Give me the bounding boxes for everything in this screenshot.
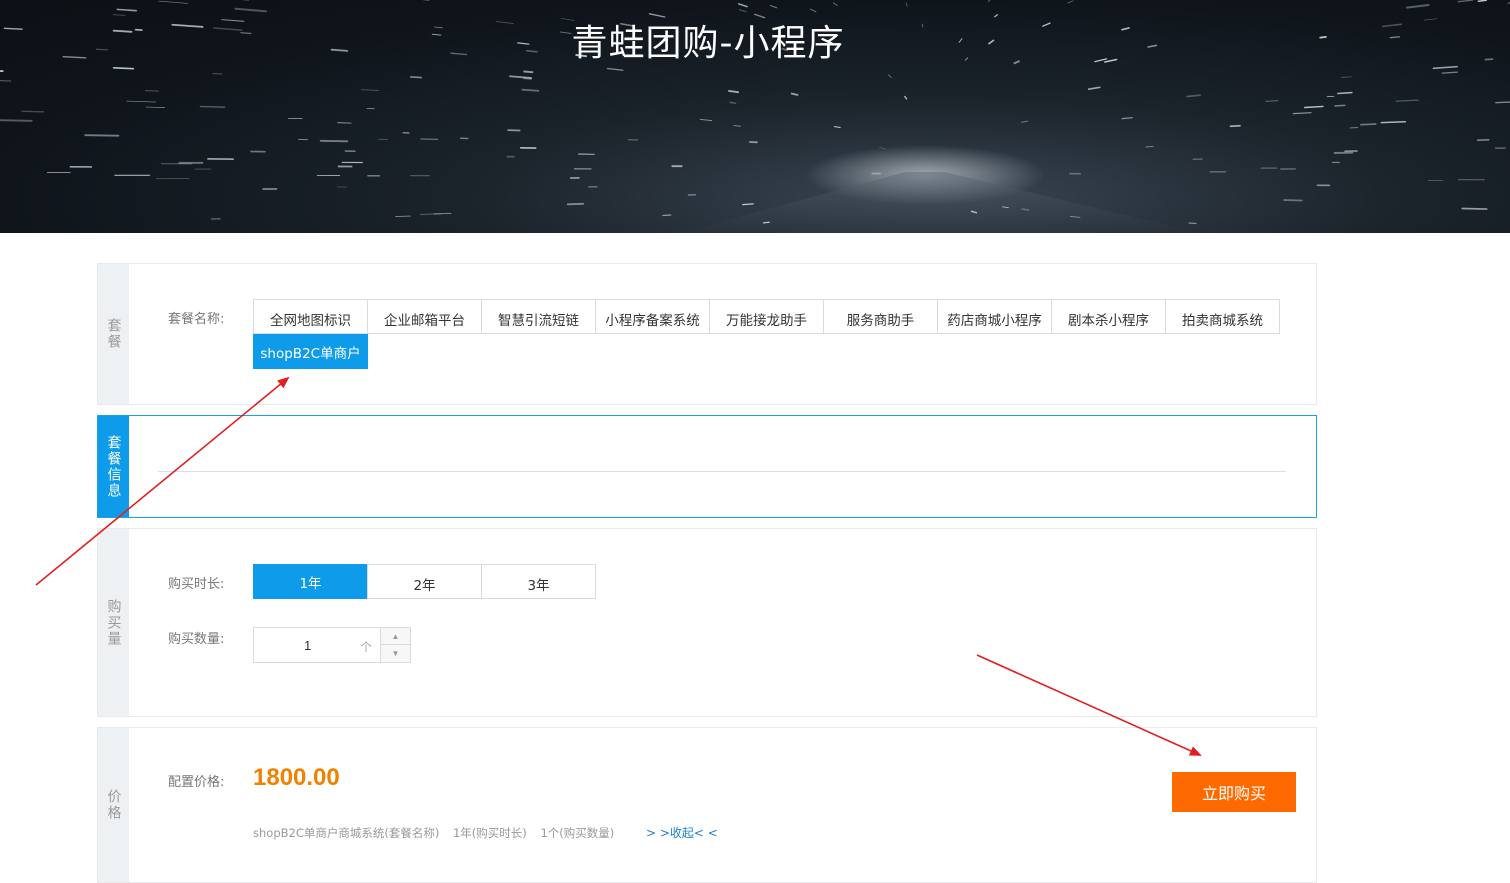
- package-info-panel: 套餐信息: [97, 415, 1317, 518]
- duration-option[interactable]: 3年: [481, 564, 596, 599]
- price-side-tab: 价格: [98, 728, 129, 882]
- quantity-value[interactable]: 1: [304, 638, 311, 653]
- duration-label: 购买时长:: [168, 577, 225, 592]
- package-option[interactable]: 企业邮箱平台: [367, 299, 482, 334]
- package-option[interactable]: 药店商城小程序: [937, 299, 1052, 334]
- package-option[interactable]: 服务商助手: [823, 299, 938, 334]
- decrement-icon[interactable]: ▼: [381, 645, 410, 662]
- quantity-label: 购买数量:: [168, 632, 225, 647]
- package-option[interactable]: 剧本杀小程序: [1051, 299, 1166, 334]
- package-option[interactable]: 全网地图标识: [253, 299, 368, 334]
- price-value: 1800.00: [253, 764, 340, 791]
- package-option[interactable]: 拍卖商城系统: [1165, 299, 1280, 334]
- buy-now-button[interactable]: 立即购买: [1172, 772, 1296, 812]
- package-name-label: 套餐名称:: [168, 312, 225, 327]
- banner: 青蛙团购-小程序: [0, 0, 1510, 233]
- duration-option[interactable]: 1年: [253, 564, 368, 599]
- package-option[interactable]: shopB2C单商户: [253, 334, 368, 369]
- quantity-unit: 个: [360, 640, 373, 654]
- price-label: 配置价格:: [168, 775, 225, 790]
- page-title: 青蛙团购-小程序: [571, 23, 845, 64]
- package-option[interactable]: 小程序备案系统: [595, 299, 710, 334]
- quantity-side-tab: 购买量: [98, 529, 129, 716]
- increment-icon[interactable]: ▲: [381, 628, 410, 645]
- collapse-link[interactable]: > >收起< <: [646, 824, 718, 841]
- package-info-side-tab: 套餐信息: [98, 416, 129, 517]
- duration-option[interactable]: 2年: [367, 564, 482, 599]
- stepper-buttons: ▲ ▼: [380, 628, 410, 662]
- package-option[interactable]: 万能接龙助手: [709, 299, 824, 334]
- info-divider: [158, 471, 1286, 472]
- order-summary: shopB2C单商户商城系统(套餐名称) 1年(购买时长) 1个(购买数量): [253, 825, 622, 841]
- package-panel: 套餐 套餐名称: 全网地图标识 企业邮箱平台 智慧引流短链 小程序备案系统 万能接龙助手…: [97, 263, 1317, 405]
- package-side-tab: 套餐: [98, 264, 129, 404]
- summary-quantity: 1个(购买数量): [540, 826, 615, 840]
- purchase-quantity-panel: 购买量 购买时长: 1年 2年 3年 购买数量: 1 个 ▲ ▼: [97, 528, 1317, 717]
- price-panel: 价格 配置价格: 1800.00 shopB2C单商户商城系统(套餐名称) 1年…: [97, 727, 1317, 883]
- quantity-stepper[interactable]: 1 个 ▲ ▼: [253, 627, 411, 663]
- summary-duration: 1年(购买时长): [452, 826, 527, 840]
- summary-package: shopB2C单商户商城系统(套餐名称): [253, 826, 440, 840]
- package-option[interactable]: 智慧引流短链: [481, 299, 596, 334]
